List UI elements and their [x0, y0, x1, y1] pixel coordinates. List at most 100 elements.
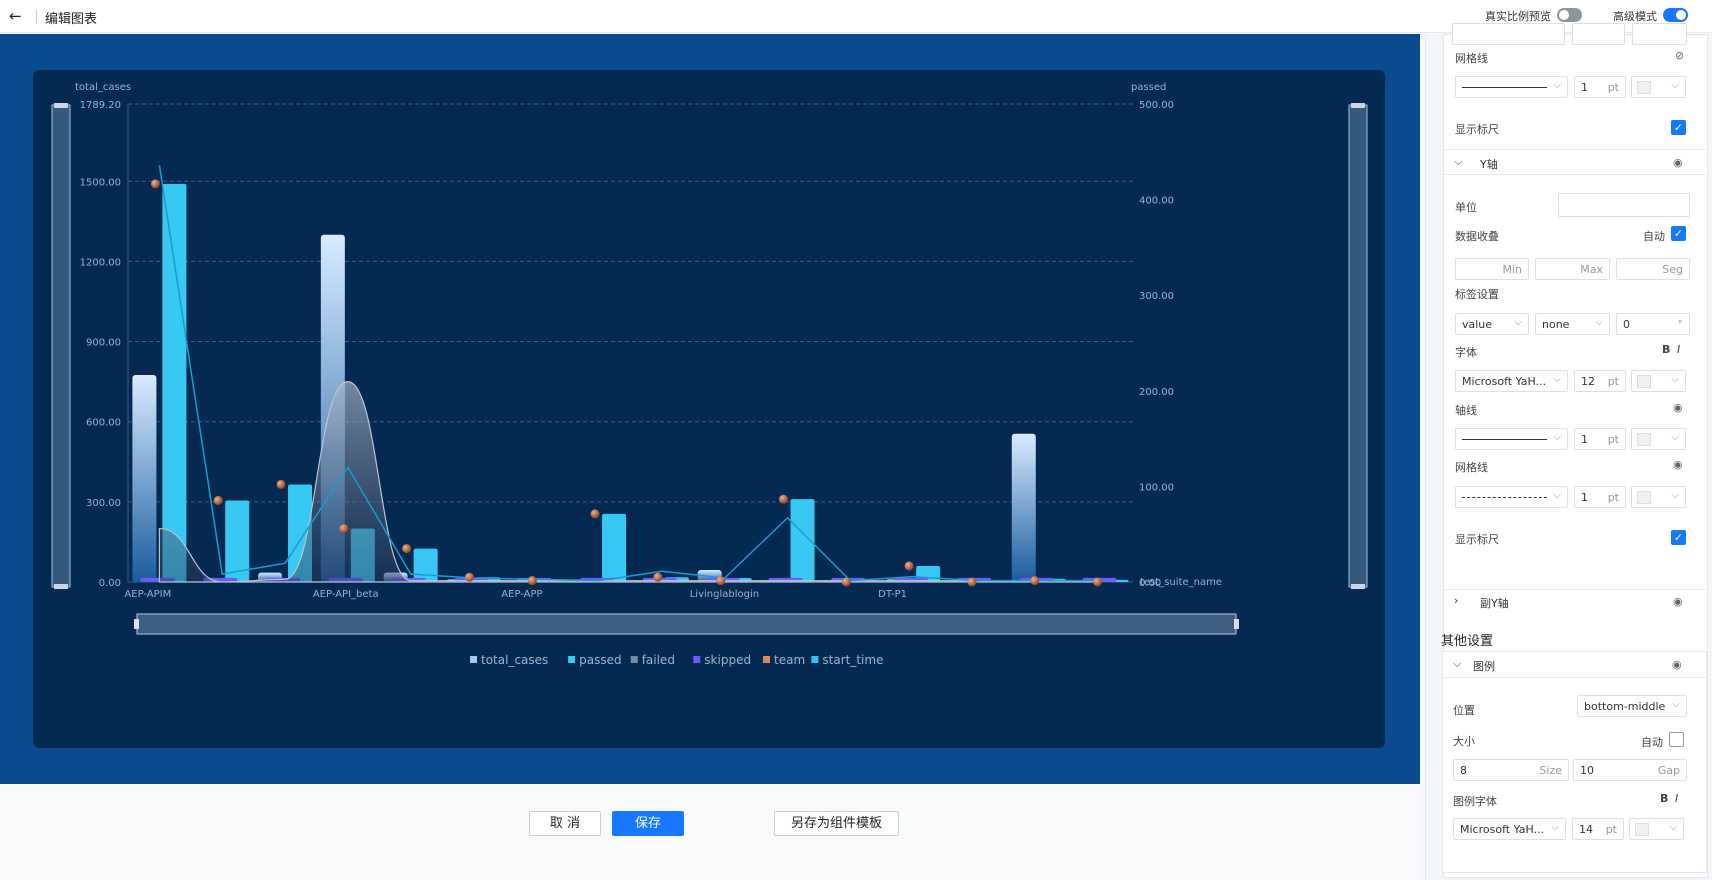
color-swatch: [1637, 81, 1651, 94]
legend-item-label: total_cases: [481, 653, 548, 667]
legend-item-label: skipped: [704, 653, 751, 667]
legend-size-input[interactable]: 8 Size: [1453, 759, 1569, 781]
legend-font-color-select[interactable]: ⌵: [1629, 818, 1684, 840]
dot-team: [150, 179, 160, 189]
italic-icon[interactable]: I: [1677, 343, 1680, 356]
y-axis-section-header[interactable]: ⌵ Y轴 ◉: [1444, 149, 1707, 175]
dot-team: [590, 509, 600, 519]
real-ratio-preview-toggle[interactable]: [1557, 8, 1582, 22]
slider-handle[interactable]: [54, 103, 68, 108]
seg-input[interactable]: Seg: [1616, 258, 1690, 280]
axis-line-color-select[interactable]: ⌵: [1631, 428, 1686, 450]
slider-handle[interactable]: [54, 584, 68, 589]
bar-passed: [413, 548, 438, 582]
font-family-select[interactable]: Microsoft YaH... ⌵: [1455, 370, 1568, 392]
chevron-down-icon: ⌵: [1669, 822, 1677, 833]
color-swatch: [1637, 433, 1651, 446]
chevron-down-icon: ⌵: [1551, 822, 1559, 833]
sub-y-axis-section-header[interactable]: › 副Y轴 ◉: [1444, 589, 1707, 613]
eye-icon[interactable]: ◉: [1673, 595, 1683, 608]
show-ruler-checkbox[interactable]: ✓: [1671, 530, 1686, 545]
bold-icon[interactable]: B: [1662, 343, 1670, 356]
dot-team: [967, 577, 977, 587]
gridline-color-select[interactable]: ⌵: [1631, 486, 1686, 508]
eye-icon[interactable]: ◉: [1673, 156, 1683, 169]
save-button[interactable]: 保存: [612, 811, 684, 836]
unit-input[interactable]: [1558, 193, 1690, 217]
dot-team: [779, 494, 789, 504]
save-as-template-button[interactable]: 另存为组件模板: [774, 811, 899, 836]
line-style-preview: [1462, 497, 1547, 498]
slider-handle[interactable]: [1351, 103, 1365, 108]
bold-icon[interactable]: B: [1660, 792, 1668, 805]
legend-swatch: [630, 656, 638, 663]
dot-team: [1093, 577, 1103, 587]
toggle-knob: [1676, 10, 1686, 20]
axis-line-style-select[interactable]: ⌵: [1455, 428, 1568, 450]
legend-font-size-input[interactable]: 14 pt: [1572, 818, 1624, 840]
font-color-select[interactable]: ⌵: [1631, 370, 1686, 392]
chevron-down-icon: ⌵: [1453, 657, 1462, 670]
legend-font-family-select[interactable]: Microsoft YaH... ⌵: [1453, 818, 1566, 840]
gridline-label: 网格线: [1455, 461, 1488, 474]
title-divider: [36, 10, 37, 24]
chart-card: 0.00 300.00 600.00 900.00 1200.00 1500.00 1789…: [33, 70, 1385, 748]
x-axis-name: test_suite_name: [1140, 577, 1222, 588]
axis-line-width-input[interactable]: 1 pt: [1574, 428, 1626, 450]
chevron-down-icon: ⌵: [1553, 432, 1561, 443]
advanced-mode-toggle[interactable]: [1663, 8, 1688, 22]
back-arrow-icon[interactable]: ←: [9, 6, 29, 26]
gridline-width-input[interactable]: 1 pt: [1574, 76, 1626, 98]
cutoff-input[interactable]: [1572, 23, 1625, 45]
y-tick-label: 900.00: [86, 338, 121, 349]
y2-tick-label: 100.00: [1139, 482, 1174, 493]
dot-team: [1030, 576, 1040, 586]
y2-tick-label: 400.00: [1139, 196, 1174, 207]
chevron-down-icon: ⌵: [1595, 317, 1603, 328]
y-tick-label: 600.00: [86, 418, 121, 429]
auto-range-checkbox[interactable]: ✓: [1671, 226, 1686, 241]
toggle-knob: [1559, 10, 1569, 20]
legend-swatch: [693, 656, 701, 663]
size-auto-checkbox[interactable]: [1669, 732, 1684, 747]
slider-handle[interactable]: [134, 619, 139, 629]
legend-font-label: 图例字体: [1453, 795, 1497, 808]
max-input[interactable]: Max: [1535, 258, 1610, 280]
legend-position-select[interactable]: bottom-middle ⌵: [1577, 695, 1687, 717]
dot-team: [904, 561, 914, 571]
left-y-zoom-slider[interactable]: [51, 104, 71, 588]
cancel-button[interactable]: 取 消: [529, 811, 601, 836]
y-tick-label: 1200.00: [80, 257, 121, 268]
eye-icon[interactable]: ◉: [1673, 458, 1683, 471]
gridline-width-input[interactable]: 1 pt: [1574, 486, 1626, 508]
bar-total-cases: [132, 374, 157, 582]
x-zoom-slider[interactable]: [136, 613, 1237, 635]
chart-svg[interactable]: 0.00 300.00 600.00 900.00 1200.00 1500.00 1789…: [33, 70, 1385, 748]
label-type-select[interactable]: value ⌵: [1455, 313, 1529, 335]
show-ruler-label: 显示标尺: [1455, 533, 1499, 546]
font-size-input[interactable]: 12 pt: [1574, 370, 1626, 392]
eye-icon[interactable]: ◉: [1673, 401, 1683, 414]
size-auto-label: 自动: [1641, 736, 1663, 749]
slider-handle[interactable]: [1351, 584, 1365, 589]
y2-tick-label: 500.00: [1139, 100, 1174, 111]
gridline-color-select[interactable]: ⌵: [1631, 76, 1686, 98]
sub-y-axis-title: 副Y轴: [1480, 597, 1509, 610]
cutoff-input[interactable]: [1632, 23, 1687, 45]
label-rotate-input[interactable]: 0 °: [1616, 313, 1690, 335]
gridline-style-select[interactable]: ⌵: [1455, 486, 1568, 508]
gridline-style-select[interactable]: ⌵: [1455, 76, 1568, 98]
min-input[interactable]: Min: [1455, 258, 1529, 280]
legend-gap-input[interactable]: 10 Gap: [1573, 759, 1687, 781]
eye-icon[interactable]: ◉: [1672, 658, 1682, 671]
cutoff-input[interactable]: [1452, 23, 1565, 45]
label-format-select[interactable]: none ⌵: [1535, 313, 1610, 335]
show-ruler-checkbox[interactable]: ✓: [1671, 120, 1686, 135]
slider-handle[interactable]: [1234, 619, 1239, 629]
eye-hidden-icon[interactable]: ⊘: [1675, 49, 1684, 62]
legend-section-header[interactable]: ⌵ 图例 ◉: [1443, 652, 1706, 678]
right-y-zoom-slider[interactable]: [1348, 104, 1368, 588]
dot-team: [276, 479, 286, 489]
chevron-down-icon: ⌵: [1671, 374, 1679, 385]
italic-icon[interactable]: I: [1675, 792, 1678, 805]
